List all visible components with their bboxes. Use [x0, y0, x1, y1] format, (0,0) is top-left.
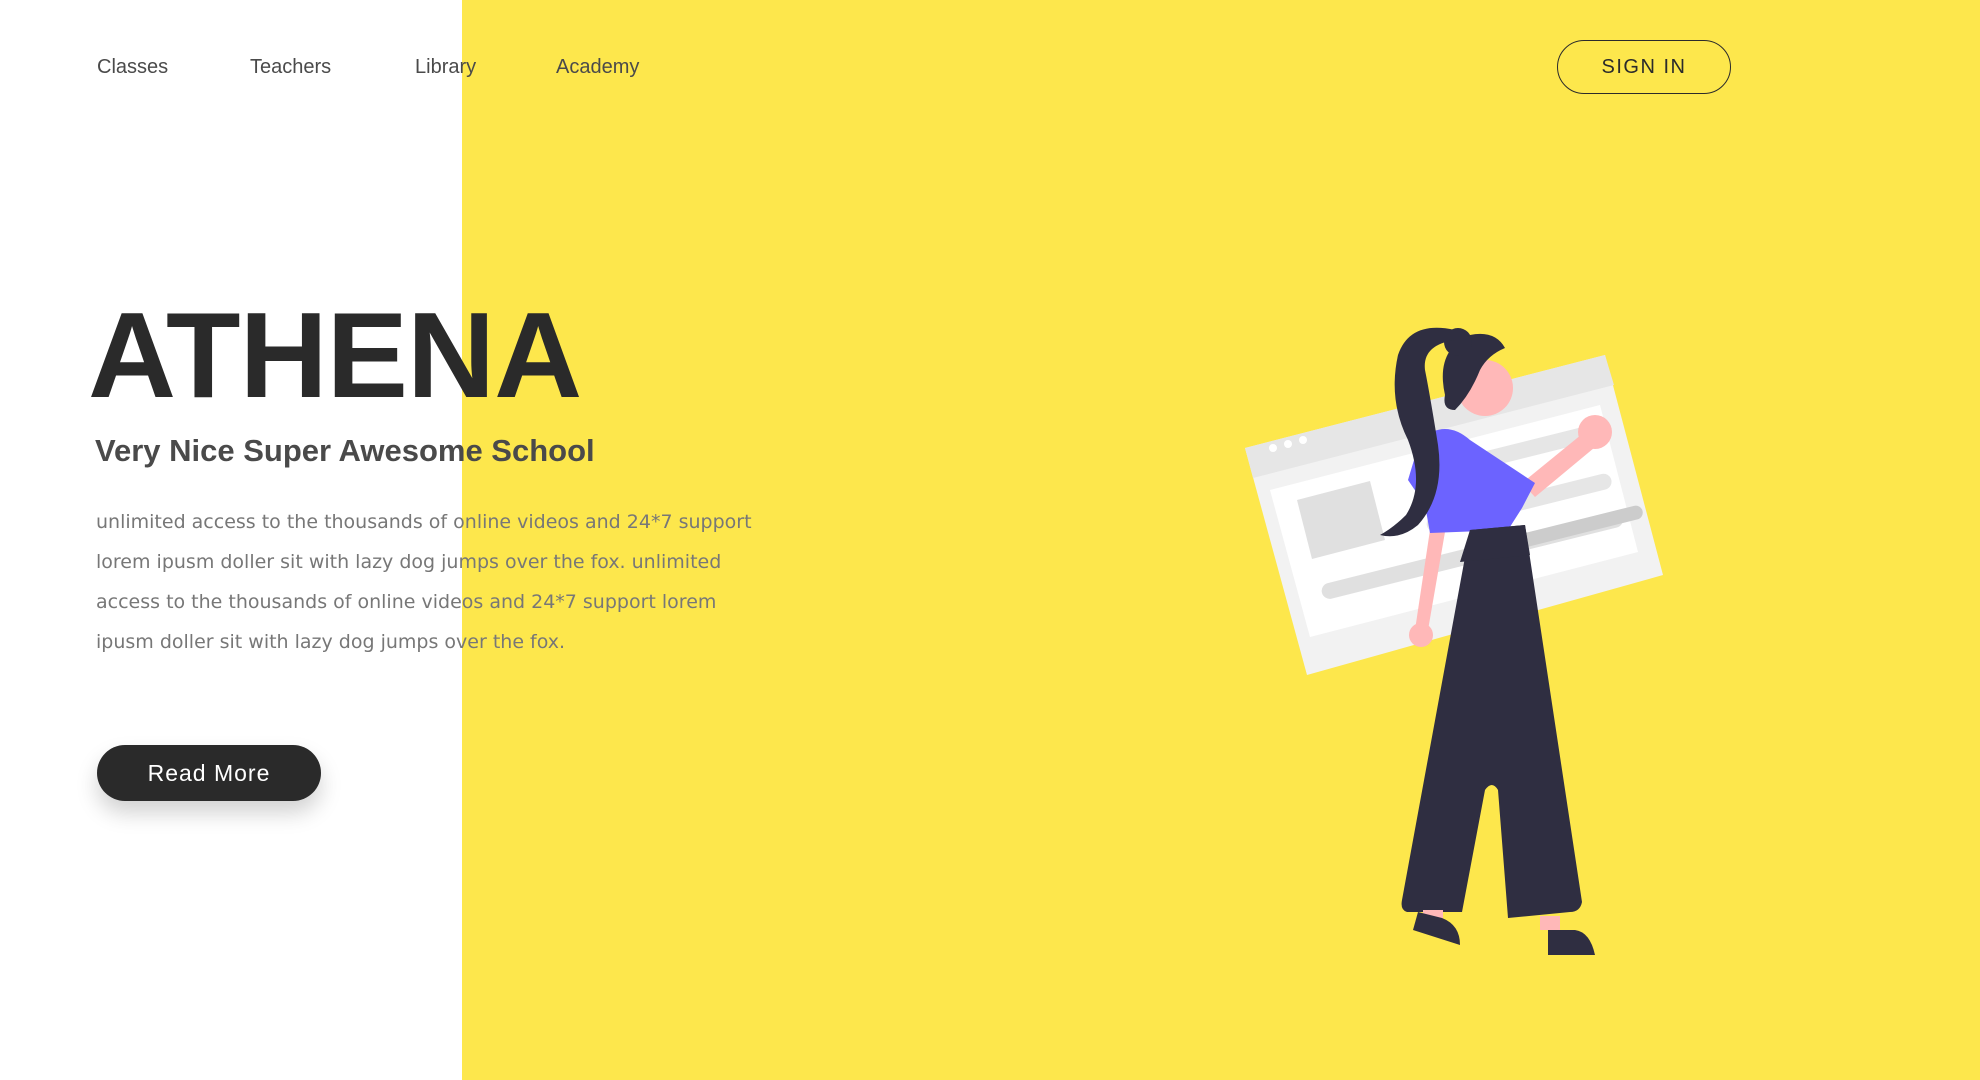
hero-subtitle: Very Nice Super Awesome School — [95, 433, 595, 468]
hero-title: ATHENA — [88, 287, 582, 423]
nav-item-academy[interactable]: Academy — [556, 56, 639, 79]
hero-description: unlimited access to the thousands of onl… — [96, 511, 752, 653]
landing-page: Classes Teachers Library Academy SIGN IN… — [0, 0, 1980, 1080]
woman-holding-browser-window-illustration — [1245, 327, 1663, 955]
nav-item-classes[interactable]: Classes — [97, 56, 168, 79]
nav-item-library[interactable]: Library — [415, 56, 476, 79]
sign-in-button[interactable]: SIGN IN — [1557, 40, 1731, 94]
nav-item-teachers[interactable]: Teachers — [250, 56, 331, 79]
read-more-button[interactable]: Read More — [97, 745, 321, 801]
